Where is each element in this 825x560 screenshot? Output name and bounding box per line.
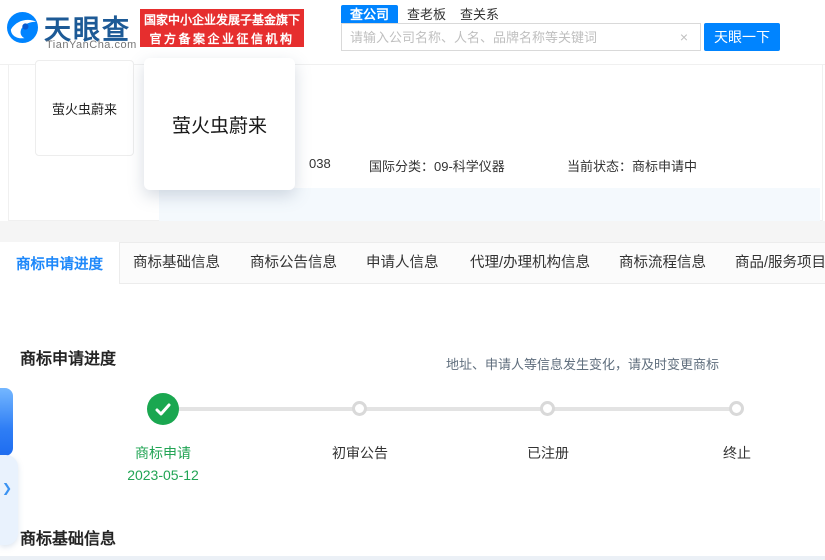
step-label-registered: 已注册 xyxy=(527,445,569,461)
tab-agency-info[interactable]: 代理/办理机构信息 xyxy=(470,242,590,284)
registration-number-partial: 038 xyxy=(309,156,331,171)
trademark-preview-text: 萤火虫蔚来 xyxy=(171,115,267,137)
step-pending-circle xyxy=(352,401,367,416)
tab-announcement-info[interactable]: 商标公告信息 xyxy=(250,242,337,284)
chevron-right-icon: ❯ xyxy=(2,481,13,495)
trademark-thumbnail-text: 萤火虫蔚来 xyxy=(51,101,117,117)
search-tab-boss[interactable]: 查老板 xyxy=(398,5,455,24)
trademark-thumbnail[interactable]: 萤火虫蔚来 xyxy=(35,60,134,156)
side-widget-panel[interactable]: ❯ xyxy=(0,455,18,545)
tab-basic-info[interactable]: 商标基础信息 xyxy=(133,242,220,284)
trademark-image-preview: 萤火虫蔚来 xyxy=(144,58,295,190)
page: 天眼查 TianYanCha.com 国家中小企业发展子基金旗下 官方备案企业征… xyxy=(0,0,825,560)
badge-line1: 国家中小企业发展子基金旗下 xyxy=(143,13,300,27)
clear-icon[interactable]: × xyxy=(676,29,692,45)
tab-trademark-progress[interactable]: 商标申请进度 xyxy=(0,242,120,284)
logo-domain: TianYanCha.com xyxy=(46,39,137,51)
search-tab-relation[interactable]: 查关系 xyxy=(451,5,508,24)
tab-applicant-info[interactable]: 申请人信息 xyxy=(366,242,439,284)
current-status: 当前状态：商标申请中 xyxy=(567,159,698,174)
step-label-preliminary: 初审公告 xyxy=(332,445,388,461)
step-pending-circle xyxy=(540,401,555,416)
search-input[interactable] xyxy=(342,24,672,50)
search-tab-company[interactable]: 查公司 xyxy=(341,5,399,24)
search-box: × xyxy=(341,23,701,51)
table-header-strip xyxy=(0,556,825,560)
step-done-circle xyxy=(147,393,179,425)
step-label-applied: 商标申请 xyxy=(135,445,191,461)
site-header: 天眼查 TianYanCha.com 国家中小企业发展子基金旗下 官方备案企业征… xyxy=(0,0,825,65)
badge-line2: 官方备案企业征信机构 xyxy=(149,31,295,46)
trademark-info-row: 038 国际分类：09-科学仪器 当前状态：商标申请中 xyxy=(9,156,825,174)
check-icon xyxy=(155,403,171,415)
tianyancha-logo-icon[interactable] xyxy=(7,12,38,43)
section-gap xyxy=(0,221,825,242)
step-pending-circle xyxy=(729,401,744,416)
notice-text: 地址、申请人等信息发生变化，请及时变更商标 xyxy=(446,357,720,372)
tab-goods-services[interactable]: 商品/服务项目 xyxy=(735,242,825,284)
international-class: 国际分类：09-科学仪器 xyxy=(369,159,505,174)
side-widget-handle[interactable] xyxy=(0,388,13,456)
basic-info-section-title: 商标基础信息 xyxy=(20,531,117,548)
step-date: 2023-05-12 xyxy=(127,467,199,483)
progress-section-title: 商标申请进度 xyxy=(20,351,117,368)
tab-flow-info[interactable]: 商标流程信息 xyxy=(619,242,706,284)
official-badge: 国家中小企业发展子基金旗下 官方备案企业征信机构 xyxy=(140,9,304,47)
step-label-terminated: 终止 xyxy=(723,445,751,461)
search-button[interactable]: 天眼一下 xyxy=(704,23,780,51)
timeline-line xyxy=(163,407,737,411)
